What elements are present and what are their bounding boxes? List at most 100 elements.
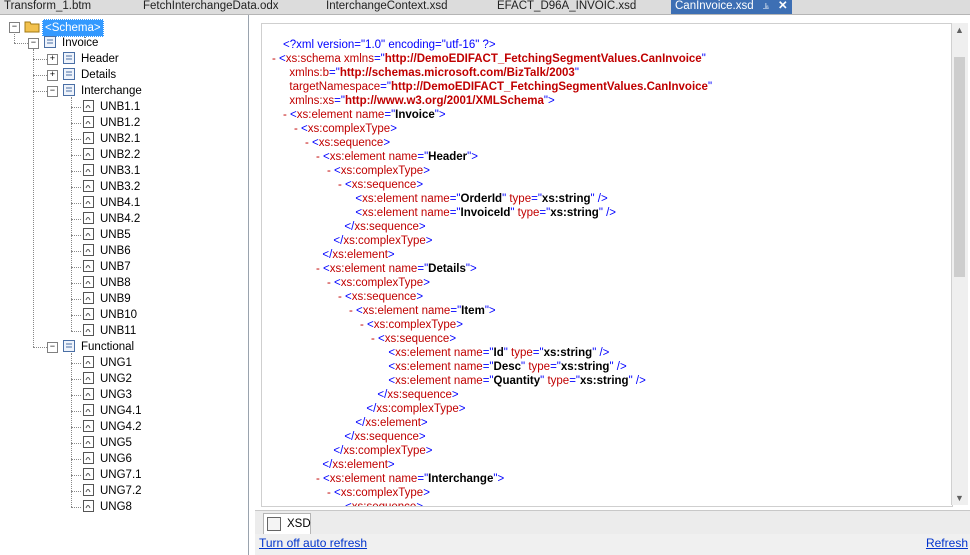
xml-line-text: <xs:element name="Header">	[323, 151, 478, 163]
tab-caninvoice[interactable]: CanInvoice.xsd ⫡ ✕	[671, 0, 792, 14]
tree-connector	[71, 331, 81, 332]
tree-node-field[interactable]: UNG4.1	[100, 403, 142, 419]
tree-node-field[interactable]: UNB7	[100, 259, 131, 275]
tab-efact-invoic[interactable]: EFACT_D96A_INVOIC.xsd	[497, 0, 636, 14]
tree-connector	[33, 59, 47, 60]
tree-node-field[interactable]: UNB10	[100, 307, 137, 323]
vertical-scrollbar[interactable]: ▲ ▼	[951, 23, 968, 505]
tree-node-field[interactable]: UNG3	[100, 387, 132, 403]
interchange-toggle[interactable]: −	[47, 86, 58, 97]
tab-transform[interactable]: Transform_1.btm	[4, 0, 91, 14]
xml-line: targetNamespace="http://DemoEDIFACT_Fetc…	[283, 80, 712, 94]
tree-node-field[interactable]: UNB2.2	[100, 147, 140, 163]
tree-node-header[interactable]: Header	[81, 51, 119, 67]
tree-node-field[interactable]: UNB11	[100, 323, 136, 339]
xsd-view-tab-label: XSD	[287, 518, 311, 530]
tree-connector	[71, 427, 81, 428]
collapse-marker[interactable]: -	[338, 179, 345, 191]
collapse-marker[interactable]: -	[327, 277, 334, 289]
tree-node-field[interactable]: UNG2	[100, 371, 132, 387]
turn-off-auto-refresh-link[interactable]: Turn off auto refresh	[259, 536, 367, 550]
tree-node-field[interactable]: UNB1.2	[100, 115, 140, 131]
xml-line-text: <xs:element name="Invoice">	[290, 109, 446, 121]
collapse-marker[interactable]: -	[327, 165, 334, 177]
scroll-thumb[interactable]	[954, 57, 965, 277]
xml-line-text: <xs:sequence>	[345, 291, 424, 303]
tab-fetch-interchange-data[interactable]: FetchInterchangeData.odx	[143, 0, 279, 14]
record-icon	[62, 339, 76, 353]
tree-connector	[71, 507, 81, 508]
tab-caninvoice-label: CanInvoice.xsd	[675, 0, 754, 12]
tree-node-field[interactable]: UNB3.2	[100, 179, 140, 195]
collapse-marker[interactable]: -	[305, 137, 312, 149]
collapse-marker[interactable]: -	[316, 151, 323, 163]
collapse-marker[interactable]: -	[316, 473, 323, 485]
tree-node-field[interactable]: UNB4.1	[100, 195, 140, 211]
xml-line: - <xs:element name="Item">	[349, 304, 496, 318]
invoice-collapse-toggle[interactable]: −	[28, 38, 39, 49]
tree-node-field[interactable]: UNB6	[100, 243, 131, 259]
tree-node-field[interactable]: UNG7.1	[100, 467, 142, 483]
view-tab-bar: XSD	[255, 510, 970, 535]
collapse-marker[interactable]: -	[316, 263, 323, 275]
header-toggle[interactable]: +	[47, 54, 58, 65]
xml-line-text: </xs:complexType>	[333, 235, 433, 247]
tree-node-field[interactable]: UNB3.1	[100, 163, 140, 179]
functional-toggle[interactable]: −	[47, 342, 58, 353]
details-toggle[interactable]: +	[47, 70, 58, 81]
xml-line: - <xs:sequence>	[338, 500, 423, 506]
collapse-marker[interactable]: -	[283, 109, 290, 121]
refresh-link[interactable]: Refresh	[926, 536, 968, 550]
tree-node-field[interactable]: UNB8	[100, 275, 131, 291]
tree-node-details[interactable]: Details	[81, 67, 116, 83]
tree-node-interchange[interactable]: Interchange	[81, 83, 142, 99]
tree-node-invoice[interactable]: Invoice	[62, 35, 98, 51]
tree-node-field[interactable]: UNB4.2	[100, 211, 140, 227]
tree-connector	[71, 395, 81, 396]
xsd-view-tab[interactable]: XSD	[263, 513, 311, 535]
tree-connector	[71, 97, 72, 331]
tree-node-field[interactable]: UNB9	[100, 291, 131, 307]
tree-connector	[71, 123, 81, 124]
tab-interchange-context[interactable]: InterchangeContext.xsd	[326, 0, 447, 14]
tree-connector	[71, 219, 81, 220]
tree-connector	[71, 251, 81, 252]
tree-connector	[71, 283, 81, 284]
field-element-icon	[82, 371, 96, 385]
collapse-marker[interactable]: -	[338, 291, 345, 303]
collapse-marker[interactable]: -	[272, 53, 279, 65]
field-element-icon	[82, 211, 96, 225]
tree-connector	[33, 75, 47, 76]
tree-node-field[interactable]: UNG7.2	[100, 483, 142, 499]
xml-line-text: <xs:element name="InvoiceId" type="xs:st…	[355, 207, 617, 219]
collapse-marker[interactable]: -	[349, 305, 356, 317]
tree-node-field[interactable]: UNG6	[100, 451, 132, 467]
tree-connector	[71, 491, 81, 492]
scroll-down-icon[interactable]: ▼	[955, 493, 964, 503]
tree-node-field[interactable]: UNB2.1	[100, 131, 140, 147]
collapse-marker[interactable]: -	[338, 501, 345, 506]
collapse-marker[interactable]: -	[360, 319, 367, 331]
collapse-marker[interactable]: -	[294, 123, 301, 135]
tree-node-functional[interactable]: Functional	[81, 339, 134, 355]
xml-line-text: </xs:element>	[355, 417, 428, 429]
field-element-icon	[82, 323, 96, 337]
tree-node-field[interactable]: UNG1	[100, 355, 132, 371]
tree-node-field[interactable]: UNG4.2	[100, 419, 142, 435]
pin-icon[interactable]: ⫡	[763, 0, 769, 13]
tree-node-field[interactable]: UNG8	[100, 499, 132, 515]
xml-view[interactable]: <?xml version="1.0" encoding="utf-16" ?>…	[261, 23, 953, 507]
field-element-icon	[82, 179, 96, 193]
close-icon[interactable]: ✕	[778, 0, 788, 13]
tree-node-field[interactable]: UNB5	[100, 227, 131, 243]
field-element-icon	[82, 275, 96, 289]
tree-node-field[interactable]: UNG5	[100, 435, 132, 451]
xml-line-text: <xs:element name="Id" type="xs:string" /…	[388, 347, 610, 359]
xml-line: </xs:sequence>	[338, 430, 425, 444]
collapse-marker[interactable]: -	[327, 487, 334, 499]
scroll-up-icon[interactable]: ▲	[955, 25, 964, 35]
tree-node-field[interactable]: UNB1.1	[100, 99, 140, 115]
xml-line: - <xs:element name="Interchange">	[316, 472, 504, 486]
xml-line: - <xs:element name="Header">	[316, 150, 478, 164]
collapse-marker[interactable]: -	[371, 333, 378, 345]
